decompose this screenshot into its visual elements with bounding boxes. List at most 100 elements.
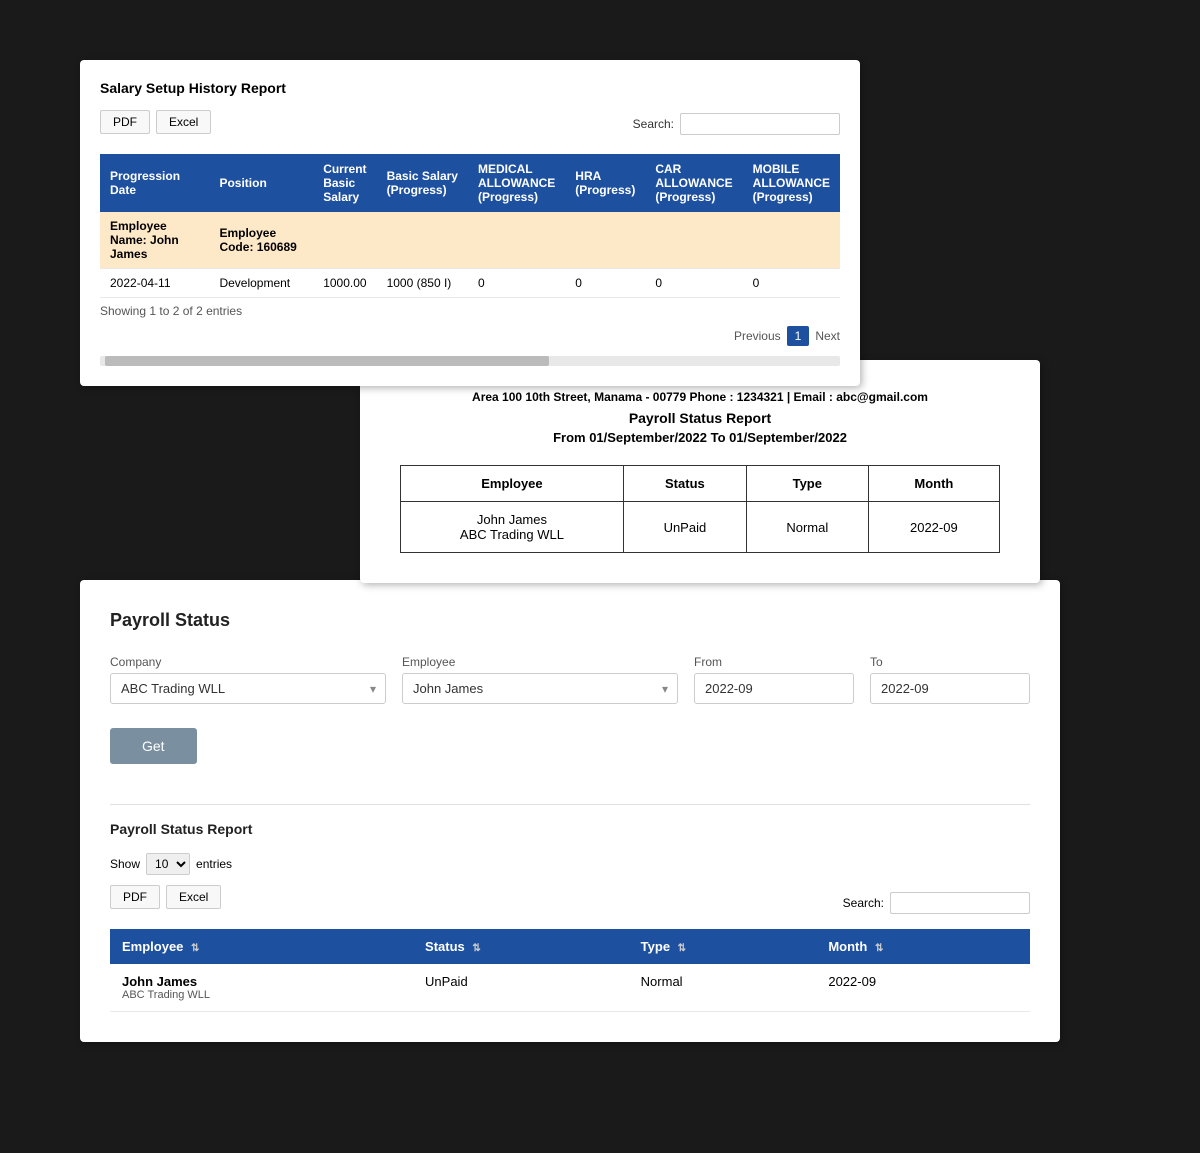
- cell-car: 0: [645, 269, 742, 298]
- col-current-basic: CurrentBasicSalary: [313, 154, 376, 212]
- panel1-table: ProgressionDate Position CurrentBasicSal…: [100, 154, 840, 298]
- group-employee-name: Employee Name: John James: [100, 212, 209, 269]
- print-cell-status: UnPaid: [623, 502, 746, 553]
- print-cell-employee: John James ABC Trading WLL: [401, 502, 624, 553]
- salary-history-panel: Salary Setup History Report PDF Excel Se…: [80, 60, 860, 386]
- report-section-title: Payroll Status Report: [110, 821, 1030, 837]
- panel1-search-input[interactable]: [680, 113, 840, 135]
- table-toolbar: PDF Excel Search:: [110, 885, 1030, 921]
- to-field: To: [870, 655, 1030, 704]
- entries-select[interactable]: 10 25 50: [146, 853, 190, 875]
- print-cell-month: 2022-09: [868, 502, 999, 553]
- print-emp-company: ABC Trading WLL: [417, 527, 607, 542]
- panel1-search-bar: Search:: [633, 113, 840, 135]
- panel1-btn-row: PDF Excel: [100, 110, 211, 134]
- section-divider: [110, 804, 1030, 805]
- from-input[interactable]: [694, 673, 854, 704]
- group-employee-code: Employee Code: 160689: [209, 212, 313, 269]
- print-col-employee: Employee: [401, 466, 624, 502]
- main-col-month: Month ⇅: [816, 929, 1030, 964]
- col-medical: MEDICALALLOWANCE(Progress): [468, 154, 565, 212]
- report-excel-btn[interactable]: Excel: [166, 885, 221, 909]
- from-field: From: [694, 655, 854, 704]
- print-col-month: Month: [868, 466, 999, 502]
- table-search-input[interactable]: [890, 892, 1030, 914]
- company-label: Company: [110, 655, 386, 669]
- print-cell-type: Normal: [746, 502, 868, 553]
- company-select-wrapper: ABC Trading WLL: [110, 673, 386, 704]
- main-col-employee: Employee ⇅: [110, 929, 413, 964]
- panel1-showing-text: Showing 1 to 2 of 2 entries: [100, 304, 840, 318]
- panel3-title: Payroll Status: [110, 610, 1030, 631]
- report-btn-row: PDF Excel: [110, 885, 221, 909]
- cell-mobile: 0: [743, 269, 840, 298]
- main-cell-status: UnPaid: [413, 964, 629, 1012]
- month-sort-icon: ⇅: [875, 943, 883, 954]
- print-table-row: John James ABC Trading WLL UnPaid Normal…: [401, 502, 1000, 553]
- main-cell-type: Normal: [629, 964, 817, 1012]
- table-search-bar: Search:: [843, 892, 1030, 914]
- report-header: Area 100 10th Street, Manama - 00779 Pho…: [400, 390, 1000, 445]
- form-grid: Company ABC Trading WLL Employee John Ja…: [110, 655, 1030, 704]
- payroll-status-panel: Payroll Status Company ABC Trading WLL E…: [80, 580, 1060, 1042]
- employee-field: Employee John James: [402, 655, 678, 704]
- print-table: Employee Status Type Month John James AB…: [400, 465, 1000, 553]
- main-table-row: John James ABC Trading WLL UnPaid Normal…: [110, 964, 1030, 1012]
- col-basic-progress: Basic Salary(Progress): [377, 154, 468, 212]
- main-table: Employee ⇅ Status ⇅ Type ⇅ Month ⇅: [110, 929, 1030, 1012]
- show-entries-row: Show 10 25 50 entries: [110, 853, 1030, 875]
- report-date-range: From 01/September/2022 To 01/September/2…: [400, 430, 1000, 445]
- payroll-print-panel: Area 100 10th Street, Manama - 00779 Pho…: [360, 360, 1040, 583]
- main-col-status: Status ⇅: [413, 929, 629, 964]
- table-row: 2022-04-11 Development 1000.00 1000 (850…: [100, 269, 840, 298]
- col-car: CARALLOWANCE(Progress): [645, 154, 742, 212]
- panel1-excel-btn[interactable]: Excel: [156, 110, 211, 134]
- cell-medical: 0: [468, 269, 565, 298]
- print-col-type: Type: [746, 466, 868, 502]
- panel1-search-label: Search:: [633, 117, 674, 131]
- entries-label: entries: [196, 857, 232, 871]
- report-address: Area 100 10th Street, Manama - 00779 Pho…: [400, 390, 1000, 404]
- type-sort-icon: ⇅: [678, 943, 686, 954]
- to-label: To: [870, 655, 1030, 669]
- col-hra: HRA(Progress): [565, 154, 645, 212]
- cell-position: Development: [209, 269, 313, 298]
- status-sort-icon: ⇅: [472, 943, 480, 954]
- main-col-type: Type ⇅: [629, 929, 817, 964]
- panel1-pagination: Previous 1 Next: [100, 326, 840, 346]
- print-emp-name: John James: [417, 512, 607, 527]
- pagination-previous[interactable]: Previous: [734, 329, 781, 343]
- from-label: From: [694, 655, 854, 669]
- col-position: Position: [209, 154, 313, 212]
- report-title: Payroll Status Report: [400, 410, 1000, 426]
- panel1-pdf-btn[interactable]: PDF: [100, 110, 150, 134]
- pagination-page1[interactable]: 1: [787, 326, 810, 346]
- employee-sort-icon: ⇅: [191, 943, 199, 954]
- pagination-next[interactable]: Next: [815, 329, 840, 343]
- panel1-title: Salary Setup History Report: [100, 80, 840, 96]
- cell-basic-progress: 1000 (850 I): [377, 269, 468, 298]
- report-pdf-btn[interactable]: PDF: [110, 885, 160, 909]
- to-input[interactable]: [870, 673, 1030, 704]
- panel1-scrollbar[interactable]: [100, 356, 840, 366]
- col-progression-date: ProgressionDate: [100, 154, 209, 212]
- company-select[interactable]: ABC Trading WLL: [110, 673, 386, 704]
- main-cell-month: 2022-09: [816, 964, 1030, 1012]
- main-emp-name: John James: [122, 974, 401, 989]
- employee-label: Employee: [402, 655, 678, 669]
- employee-select[interactable]: John James: [402, 673, 678, 704]
- show-label: Show: [110, 857, 140, 871]
- print-col-status: Status: [623, 466, 746, 502]
- main-emp-company: ABC Trading WLL: [122, 989, 401, 1001]
- cell-hra: 0: [565, 269, 645, 298]
- main-cell-employee: John James ABC Trading WLL: [110, 964, 413, 1012]
- scrollbar-thumb: [105, 356, 549, 366]
- employee-select-wrapper: John James: [402, 673, 678, 704]
- col-mobile: MOBILEALLOWANCE(Progress): [743, 154, 840, 212]
- company-field: Company ABC Trading WLL: [110, 655, 386, 704]
- table-row-group: Employee Name: John James Employee Code:…: [100, 212, 840, 269]
- table-search-label: Search:: [843, 896, 884, 910]
- cell-current-basic: 1000.00: [313, 269, 376, 298]
- cell-date: 2022-04-11: [100, 269, 209, 298]
- get-button[interactable]: Get: [110, 728, 197, 764]
